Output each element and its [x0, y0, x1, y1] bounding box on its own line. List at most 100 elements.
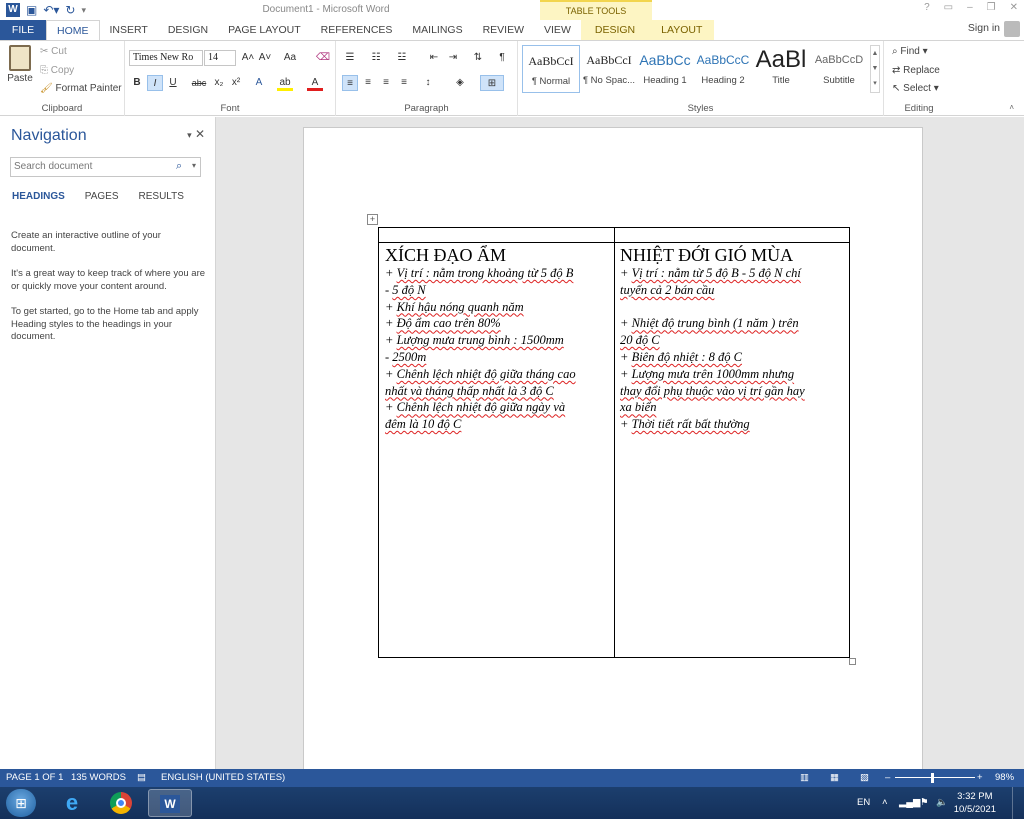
- align-left-icon[interactable]: ≡: [342, 75, 358, 91]
- tray-expand-icon[interactable]: ˄: [882, 787, 888, 819]
- ie-taskbar-icon[interactable]: e: [50, 789, 94, 817]
- decrease-indent-icon[interactable]: ⇤: [426, 50, 442, 66]
- document-area[interactable]: + XÍCH ĐẠO ẨM + Vị trí : nằm trong khoản…: [216, 117, 1024, 769]
- style-title[interactable]: AaBl Title: [752, 45, 810, 93]
- minimize-icon[interactable]: –: [967, 2, 973, 13]
- tab-table-design[interactable]: DESIGN: [580, 20, 650, 40]
- zoom-slider-knob[interactable]: [931, 773, 934, 783]
- borders-icon[interactable]: ⊞: [480, 75, 504, 91]
- italic-button[interactable]: I: [147, 75, 163, 91]
- start-button-icon[interactable]: ⊞: [6, 789, 36, 817]
- tab-references[interactable]: REFERENCES: [311, 20, 403, 40]
- tab-design[interactable]: DESIGN: [158, 20, 218, 40]
- word-count[interactable]: 135 WORDS: [71, 769, 126, 787]
- page-count[interactable]: PAGE 1 OF 1: [6, 769, 63, 787]
- font-color-icon[interactable]: A: [307, 75, 323, 91]
- align-right-icon[interactable]: ≡: [378, 75, 394, 91]
- table-resize-handle[interactable]: [849, 658, 856, 665]
- zoom-out-icon[interactable]: –: [885, 769, 890, 787]
- text-effects-icon[interactable]: A: [251, 75, 267, 91]
- copy-button[interactable]: ⎘ Copy: [40, 65, 74, 76]
- ribbon-display-icon[interactable]: ▭: [944, 2, 953, 13]
- pane-options-icon[interactable]: ▾: [187, 130, 192, 140]
- find-button[interactable]: ⌕ Find ▾: [892, 46, 928, 57]
- table-move-handle-icon[interactable]: +: [367, 214, 378, 225]
- read-mode-icon[interactable]: ▥: [800, 769, 809, 787]
- cut-button[interactable]: ✂ Cut: [40, 46, 67, 57]
- paste-button[interactable]: Paste: [6, 45, 34, 84]
- bullets-icon[interactable]: ☰: [342, 50, 358, 66]
- input-language[interactable]: EN: [857, 787, 870, 819]
- subscript-button[interactable]: x₂: [211, 75, 227, 91]
- clear-formatting-icon[interactable]: ⌫: [315, 50, 331, 66]
- help-icon[interactable]: ?: [924, 2, 930, 13]
- avatar[interactable]: [1004, 21, 1020, 37]
- underline-button[interactable]: U: [165, 75, 181, 91]
- cell-line: + Lượng mưa trung bình : 1500mm: [385, 333, 564, 348]
- tab-results[interactable]: RESULTS: [139, 191, 184, 202]
- style-subtitle[interactable]: AaBbCcD Subtitle: [810, 45, 868, 93]
- font-size-select[interactable]: 14: [204, 50, 236, 66]
- show-marks-icon[interactable]: ¶: [494, 50, 510, 66]
- tab-page-layout[interactable]: PAGE LAYOUT: [218, 20, 311, 40]
- zoom-in-icon[interactable]: +: [977, 769, 983, 787]
- justify-icon[interactable]: ≡: [396, 75, 412, 91]
- document-table[interactable]: XÍCH ĐẠO ẨM + Vị trí : nằm trong khoảng …: [378, 227, 850, 658]
- styles-scroll[interactable]: ▲ ▼ ▾: [870, 45, 880, 93]
- sort-icon[interactable]: ⇅: [470, 50, 486, 66]
- replace-button[interactable]: ⇄ Replace: [892, 65, 940, 76]
- format-painter-button[interactable]: 🖌 Format Painter: [40, 83, 122, 94]
- tab-mailings[interactable]: MAILINGS: [402, 20, 472, 40]
- style-heading-1[interactable]: AaBbCc Heading 1: [636, 45, 694, 93]
- sign-in-link[interactable]: Sign in: [968, 22, 1000, 34]
- word-taskbar-icon[interactable]: W: [148, 789, 192, 817]
- print-layout-icon[interactable]: ▦: [830, 769, 839, 787]
- style-heading-2[interactable]: AaBbCcC Heading 2: [694, 45, 752, 93]
- tab-home[interactable]: HOME: [46, 20, 100, 40]
- chrome-taskbar-icon[interactable]: [99, 789, 143, 817]
- shrink-font-button[interactable]: A˅: [257, 50, 273, 66]
- bold-button[interactable]: B: [129, 75, 145, 91]
- close-icon[interactable]: ✕: [1010, 2, 1018, 13]
- style-normal[interactable]: AaBbCcI ¶ Normal: [522, 45, 580, 93]
- proofing-icon[interactable]: ▤: [137, 769, 146, 787]
- zoom-slider[interactable]: [895, 777, 975, 778]
- change-case-button[interactable]: Aa: [279, 50, 301, 66]
- tab-review[interactable]: REVIEW: [473, 20, 534, 40]
- collapse-ribbon-icon[interactable]: ˄: [1009, 103, 1014, 112]
- superscript-button[interactable]: x²: [228, 75, 244, 91]
- select-button[interactable]: ↖ Select ▾: [892, 83, 939, 94]
- network-icon[interactable]: ▂▄▆: [899, 787, 920, 819]
- show-desktop-button[interactable]: [1012, 787, 1024, 819]
- multilevel-list-icon[interactable]: ☳: [394, 50, 410, 66]
- line-spacing-icon[interactable]: ↕: [420, 75, 436, 91]
- table-cell-left[interactable]: XÍCH ĐẠO ẨM + Vị trí : nằm trong khoảng …: [385, 245, 615, 433]
- grow-font-button[interactable]: A˄: [240, 50, 256, 66]
- taskbar-clock[interactable]: 3:32 PM 10/5/2021: [954, 790, 996, 816]
- align-center-icon[interactable]: ≡: [360, 75, 376, 91]
- document-page[interactable]: + XÍCH ĐẠO ẨM + Vị trí : nằm trong khoản…: [303, 127, 923, 769]
- search-input[interactable]: Search document: [10, 157, 201, 177]
- close-pane-icon[interactable]: ✕: [195, 127, 205, 141]
- tab-table-layout[interactable]: LAYOUT: [649, 20, 715, 40]
- style-no-spacing[interactable]: AaBbCcI ¶ No Spac...: [580, 45, 638, 93]
- volume-icon[interactable]: 🔈: [936, 787, 948, 819]
- language-status[interactable]: ENGLISH (UNITED STATES): [161, 769, 285, 787]
- zoom-level[interactable]: 98%: [995, 769, 1014, 787]
- tab-file[interactable]: FILE: [0, 20, 46, 40]
- tab-insert[interactable]: INSERT: [100, 20, 158, 40]
- highlight-icon[interactable]: ab: [277, 75, 293, 91]
- tab-view[interactable]: VIEW: [534, 20, 581, 40]
- numbering-icon[interactable]: ☷: [368, 50, 384, 66]
- tab-pages[interactable]: PAGES: [85, 191, 119, 202]
- strikethrough-button[interactable]: abc: [189, 75, 209, 91]
- search-options-icon[interactable]: ▾: [192, 161, 196, 170]
- font-family-select[interactable]: Times New Ro: [129, 50, 203, 66]
- increase-indent-icon[interactable]: ⇥: [445, 50, 461, 66]
- tab-headings[interactable]: HEADINGS: [12, 191, 65, 202]
- action-center-icon[interactable]: ⚑: [920, 787, 929, 819]
- web-layout-icon[interactable]: ▧: [860, 769, 869, 787]
- shading-icon[interactable]: ◈: [452, 75, 468, 91]
- restore-icon[interactable]: ❐: [987, 2, 996, 13]
- table-cell-right[interactable]: NHIỆT ĐỚI GIÓ MÙA + Vị trí : nằm từ 5 độ…: [620, 245, 850, 433]
